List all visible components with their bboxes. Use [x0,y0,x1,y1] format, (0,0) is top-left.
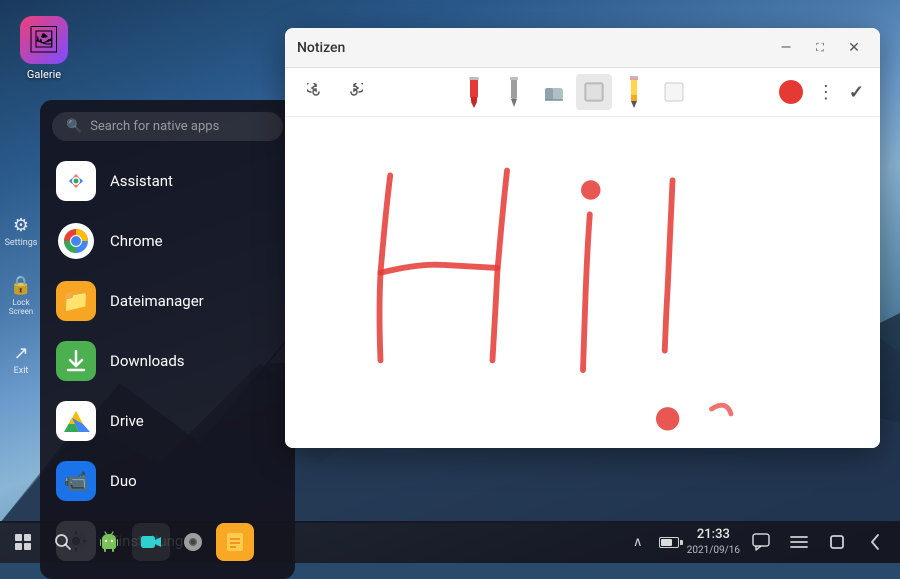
taskbar-search-button[interactable] [44,523,82,561]
taskbar-right: ∧ 21:33 2021/09/16 [621,525,900,559]
search-icon: 🔍 [66,119,82,134]
confirm-button[interactable]: ✓ [849,82,864,103]
assistant-label: Assistant [110,172,173,190]
close-button[interactable]: ✕ [840,34,868,62]
taskbar-center [86,523,258,561]
duo-label: Duo [110,472,137,490]
select-tool[interactable] [576,74,612,110]
sidebar-icons: ⚙ Settings 🔒 LockScreen ↗ Exit [0,200,42,392]
notizen-toolbar: ⋮ ✓ [285,68,880,117]
downloads-label: Downloads [110,352,185,370]
date-display: 2021/09/16 [687,544,740,557]
taskbar-android-button[interactable] [90,523,128,561]
taskbar: ∧ 21:33 2021/09/16 [0,521,900,563]
redo-button[interactable] [339,77,369,107]
duo-icon: 📹 [56,461,96,501]
app-item-drive[interactable]: Drive [40,391,295,451]
taskbar-expand-button[interactable]: ∧ [621,525,655,559]
taskbar-left [0,523,86,561]
downloads-icon [56,341,96,381]
window-title: Notizen [297,40,772,56]
drawing-content [285,117,880,448]
taskbar-settings-button[interactable] [174,523,212,561]
maximize-button[interactable]: ⛶ [806,34,834,62]
app-item-duo[interactable]: 📹 Duo [40,451,295,511]
drive-label: Drive [110,412,144,430]
pen-tool[interactable] [496,74,532,110]
more-options-button[interactable]: ⋮ [811,80,841,105]
app-item-downloads[interactable]: Downloads [40,331,295,391]
lock-icon: 🔒 [10,275,32,296]
search-placeholder: Search for native apps [90,119,219,134]
chrome-label: Chrome [110,232,163,250]
window-titlebar: Notizen — ⛶ ✕ [285,28,880,68]
notizen-canvas[interactable] [285,117,880,448]
search-bar[interactable]: 🔍 Search for native apps [52,112,283,141]
app-item-assistant[interactable]: Assistant [40,151,295,211]
app-item-dateimanager[interactable]: 📁 Dateimanager [40,271,295,331]
marker-tool[interactable] [456,74,492,110]
taskbar-facetime-button[interactable] [132,523,170,561]
drive-icon [56,401,96,441]
taskbar-time[interactable]: 21:33 2021/09/16 [687,527,740,557]
drawing-tools [456,74,692,110]
minimize-button[interactable]: — [772,34,800,62]
chrome-icon [56,221,96,261]
assistant-icon [56,161,96,201]
taskbar-chat-button[interactable] [744,525,778,559]
desktop-icon-galerie[interactable]: 🖼 Galerie [20,16,68,81]
record-button[interactable] [779,80,803,104]
sidebar-item-lock-screen[interactable]: 🔒 LockScreen [0,264,42,328]
dateimanager-icon: 📁 [56,281,96,321]
sidebar-item-exit[interactable]: ↗ Exit [0,328,42,392]
notizen-window: Notizen — ⛶ ✕ [285,28,880,448]
settings-icon: ⚙ [13,215,29,236]
eraser-tool[interactable] [536,74,572,110]
app-launcher: 🔍 Search for native apps Assistant [40,100,295,579]
taskbar-recents-button[interactable] [820,525,854,559]
undo-button[interactable] [301,77,331,107]
fill-tool[interactable] [656,74,692,110]
app-item-chrome[interactable]: Chrome [40,211,295,271]
taskbar-grid-button[interactable] [4,523,42,561]
sidebar-item-settings[interactable]: ⚙ Settings [0,200,42,264]
battery-indicator [659,537,683,548]
taskbar-back-button[interactable] [858,525,892,559]
taskbar-menu-button[interactable] [782,525,816,559]
window-controls: — ⛶ ✕ [772,34,868,62]
taskbar-notes-button[interactable] [216,523,254,561]
exit-icon: ↗ [13,343,28,364]
time-display: 21:33 [687,527,740,544]
dateimanager-label: Dateimanager [110,292,204,310]
pencil-tool[interactable] [616,74,652,110]
